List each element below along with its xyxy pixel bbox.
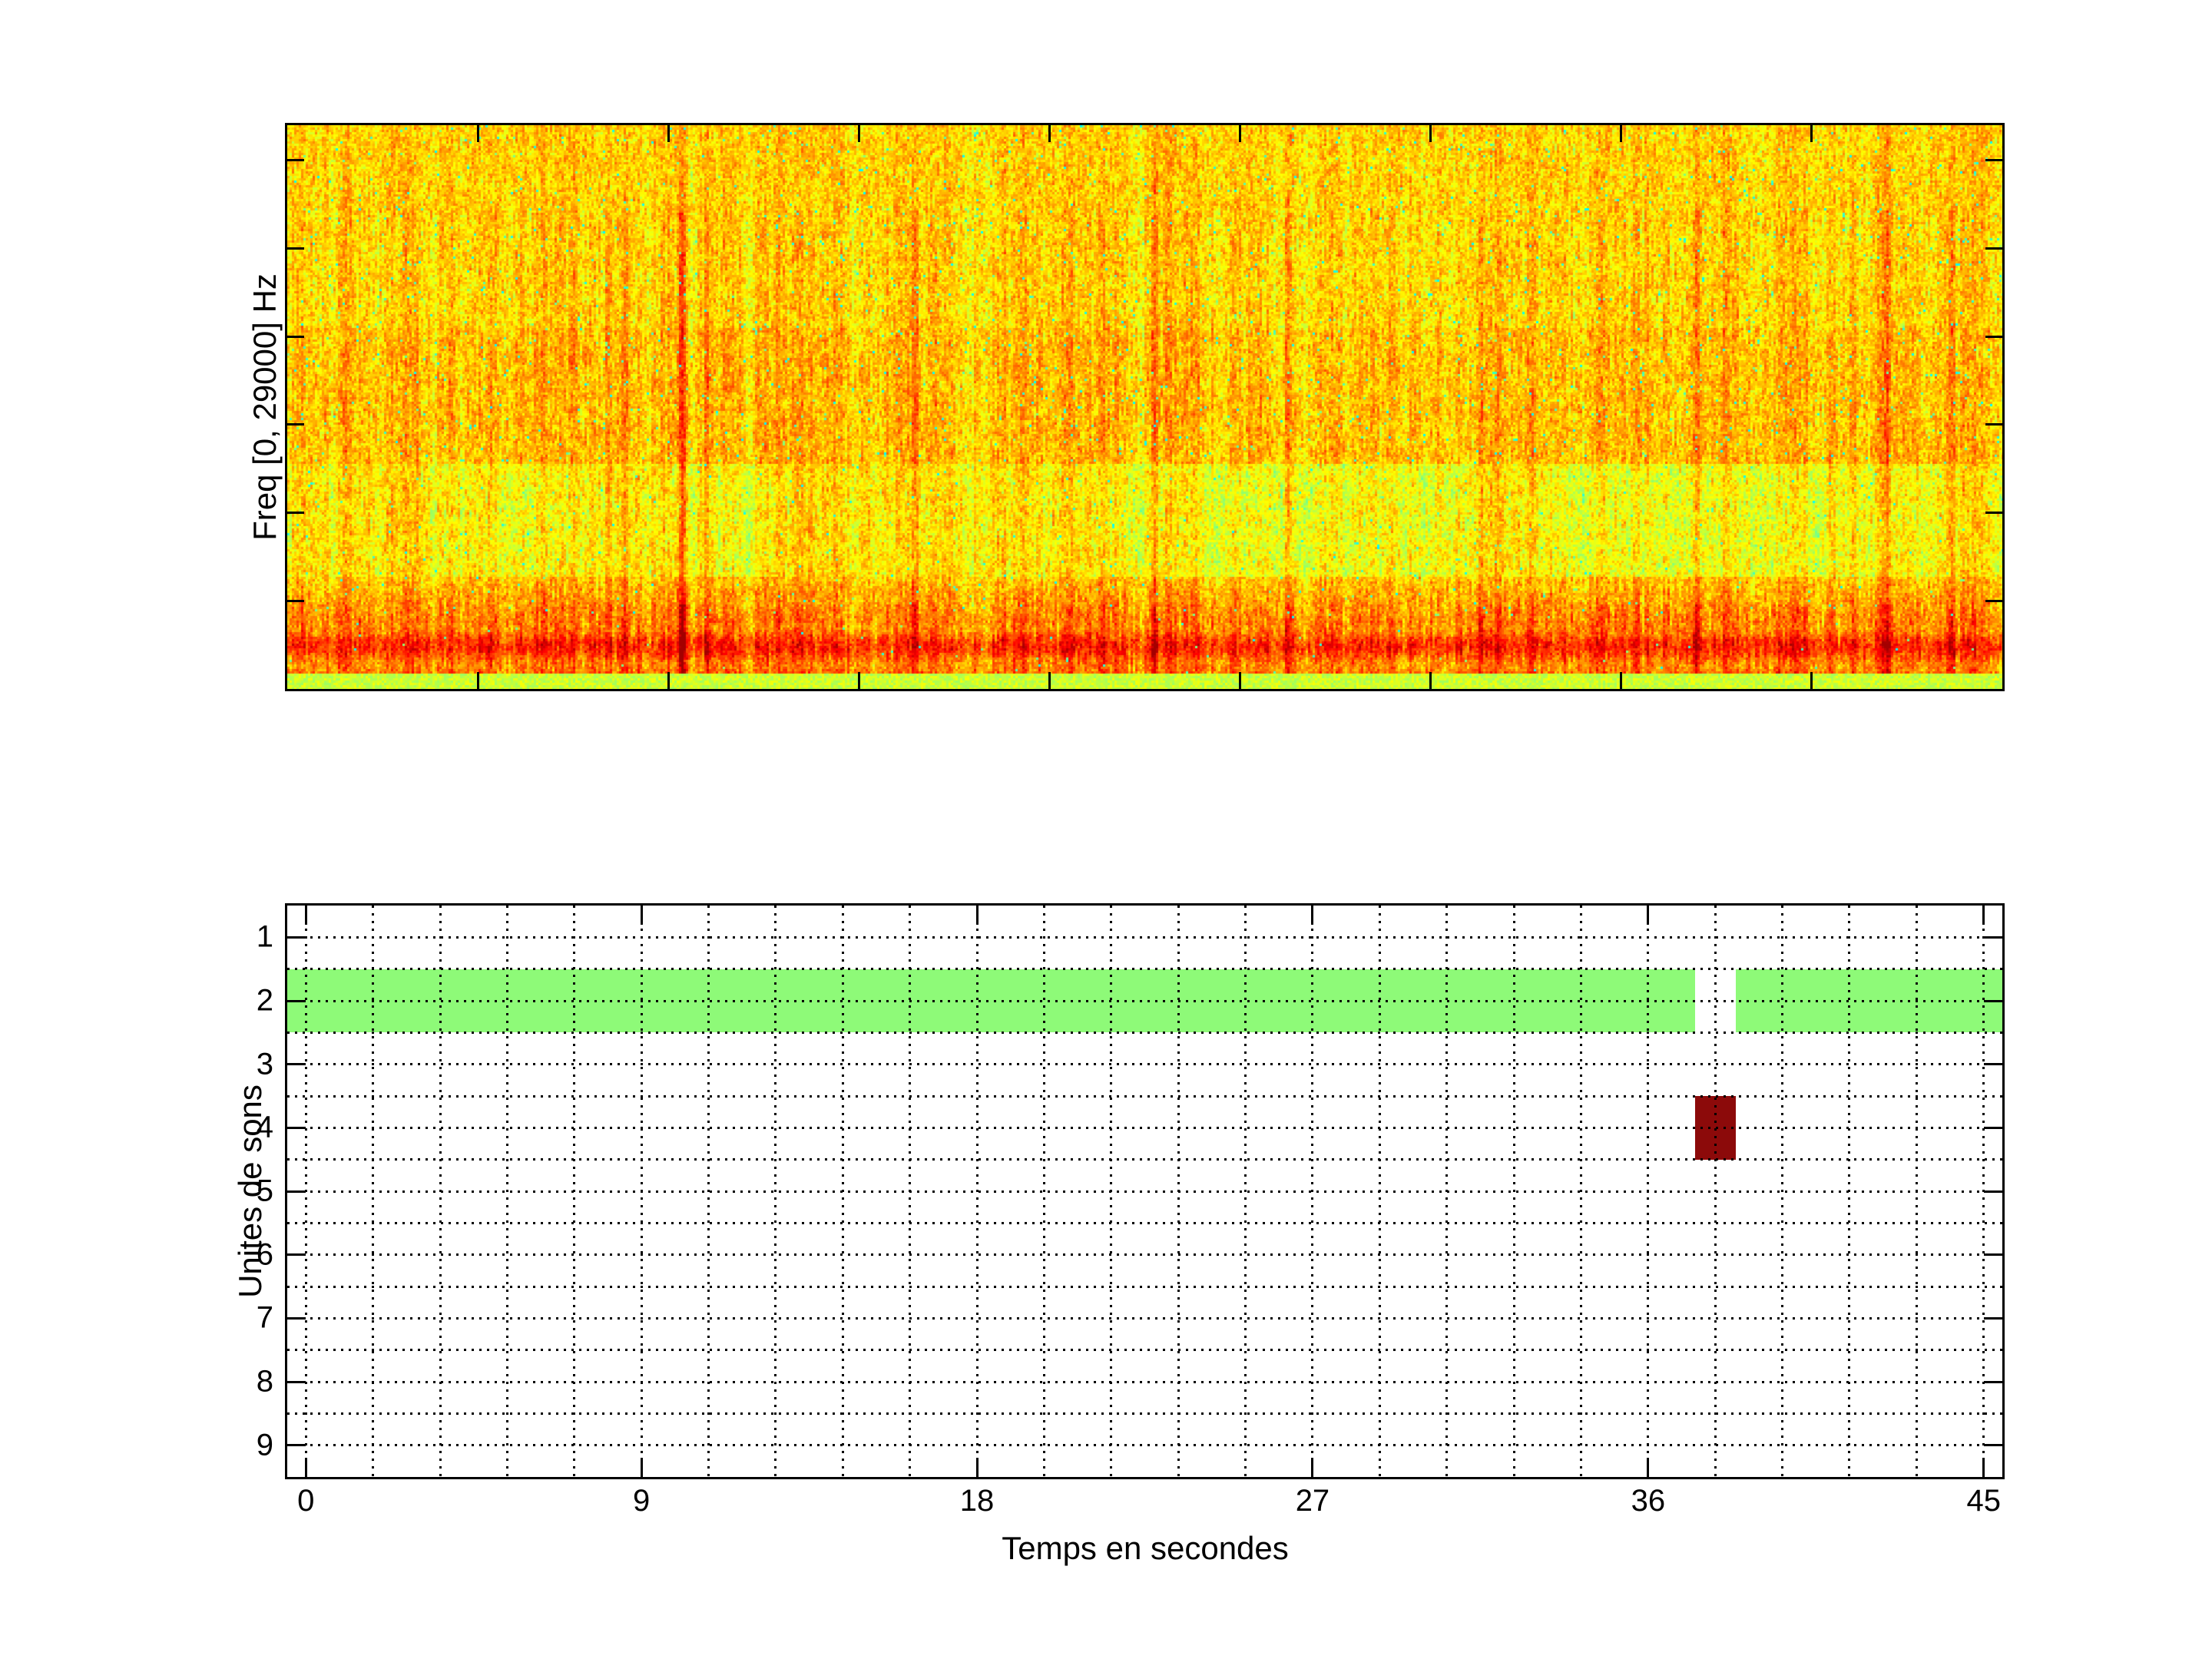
spec-freq-tick-right	[1985, 600, 2002, 602]
y-axis-tick	[287, 1127, 306, 1129]
grid-line-horizontal	[287, 1000, 2002, 1002]
spec-x-tick-top	[1810, 125, 1813, 142]
x-axis-tick	[1647, 1458, 1649, 1477]
x-axis-tick-top	[305, 906, 307, 925]
spec-x-tick-top	[1048, 125, 1051, 142]
y-tick-label: 1	[257, 920, 273, 955]
spec-freq-tick-left	[287, 336, 304, 338]
grid-line-horizontal	[287, 1127, 2002, 1129]
x-tick-label: 9	[633, 1484, 650, 1518]
x-axis-tick-top	[1647, 906, 1649, 925]
grid-line-horizontal	[287, 1412, 2002, 1415]
y-axis-tick-right	[1984, 1063, 2002, 1065]
x-axis-tick-top	[976, 906, 979, 925]
y-axis-tick	[287, 1190, 306, 1193]
y-tick-label: 6	[257, 1237, 273, 1272]
spectrogram-area	[287, 125, 2002, 689]
y-tick-label: 9	[257, 1428, 273, 1462]
grid-line-horizontal	[287, 1190, 2002, 1193]
grid-line-horizontal	[287, 936, 2002, 939]
spec-x-tick-bottom	[858, 672, 860, 689]
grid-line-horizontal	[287, 1158, 2002, 1161]
y-axis-tick-right	[1984, 1381, 2002, 1383]
matlab-figure: Freq [0, 29000] Hz Unites de sons Temps …	[0, 0, 2212, 1659]
spec-x-tick-top	[1239, 125, 1241, 142]
x-axis-tick-top	[1982, 906, 1985, 925]
grid-line-horizontal	[287, 1286, 2002, 1288]
spec-x-tick-bottom	[477, 672, 479, 689]
y-axis-tick	[287, 936, 306, 939]
spectrogram-plot	[285, 123, 2005, 691]
spec-freq-tick-right	[1985, 247, 2002, 250]
y-axis-tick-right	[1984, 936, 2002, 939]
x-axis-tick	[641, 1458, 643, 1477]
spec-x-tick-top	[667, 125, 670, 142]
x-tick-label: 27	[1296, 1484, 1330, 1518]
x-axis-tick-top	[641, 906, 643, 925]
y-axis-tick-right	[1984, 1000, 2002, 1002]
x-axis-tick	[976, 1458, 979, 1477]
grid-line-horizontal	[287, 1063, 2002, 1065]
spec-freq-tick-left	[287, 600, 304, 602]
y-axis-tick-right	[1984, 1444, 2002, 1446]
spec-freq-tick-right	[1985, 159, 2002, 161]
spec-freq-tick-right	[1985, 423, 2002, 426]
spec-freq-tick-right	[1985, 512, 2002, 514]
y-axis-tick-right	[1984, 1190, 2002, 1193]
x-axis-tick	[1311, 1458, 1313, 1477]
spec-freq-tick-right	[1985, 336, 2002, 338]
y-axis-tick	[287, 1444, 306, 1446]
spectrogram-ylabel: Freq [0, 29000] Hz	[247, 273, 283, 541]
spec-freq-tick-left	[287, 423, 304, 426]
spec-x-tick-bottom	[1429, 672, 1432, 689]
grid-line-horizontal	[287, 1253, 2002, 1256]
spec-x-tick-bottom	[1239, 672, 1241, 689]
spec-x-tick-top	[1429, 125, 1432, 142]
grid-line-horizontal	[287, 1222, 2002, 1224]
x-axis-tick-top	[1311, 906, 1313, 925]
grid-line-horizontal	[287, 1444, 2002, 1446]
timeline-area	[287, 906, 2002, 1477]
y-axis-tick-right	[1984, 1253, 2002, 1256]
grid-line-horizontal	[287, 1317, 2002, 1320]
spec-freq-tick-left	[287, 247, 304, 250]
grid-line-horizontal	[287, 1349, 2002, 1351]
y-tick-label: 7	[257, 1301, 273, 1336]
spec-x-tick-bottom	[1810, 672, 1813, 689]
y-axis-tick-right	[1984, 1317, 2002, 1320]
grid-line-horizontal	[287, 1381, 2002, 1383]
y-tick-label: 4	[257, 1111, 273, 1145]
spec-x-tick-bottom	[1048, 672, 1051, 689]
y-tick-label: 3	[257, 1047, 273, 1081]
y-tick-label: 2	[257, 984, 273, 1018]
spec-x-tick-bottom	[1620, 672, 1622, 689]
y-axis-tick	[287, 1381, 306, 1383]
y-axis-tick	[287, 1253, 306, 1256]
x-tick-label: 45	[1966, 1484, 2001, 1518]
spec-freq-tick-left	[287, 159, 304, 161]
timeline-plot	[285, 903, 2005, 1479]
y-axis-tick	[287, 1317, 306, 1320]
x-tick-label: 18	[960, 1484, 995, 1518]
y-tick-label: 8	[257, 1365, 273, 1399]
y-axis-tick	[287, 1063, 306, 1065]
spec-freq-tick-left	[287, 512, 304, 514]
x-tick-label: 0	[297, 1484, 314, 1518]
grid-line-horizontal	[287, 968, 2002, 970]
y-axis-tick-right	[1984, 1127, 2002, 1129]
spectrogram-image	[287, 125, 2002, 689]
x-axis-tick	[1982, 1458, 1985, 1477]
y-axis-tick	[287, 1000, 306, 1002]
y-tick-label: 5	[257, 1174, 273, 1209]
spec-x-tick-bottom	[667, 672, 670, 689]
spec-x-tick-top	[1620, 125, 1622, 142]
timeline-xlabel: Temps en secondes	[1002, 1530, 1289, 1567]
x-tick-label: 36	[1631, 1484, 1666, 1518]
x-axis-tick	[305, 1458, 307, 1477]
grid-line-horizontal	[287, 1031, 2002, 1034]
spec-x-tick-top	[858, 125, 860, 142]
grid-line-horizontal	[287, 1095, 2002, 1098]
spec-x-tick-top	[477, 125, 479, 142]
